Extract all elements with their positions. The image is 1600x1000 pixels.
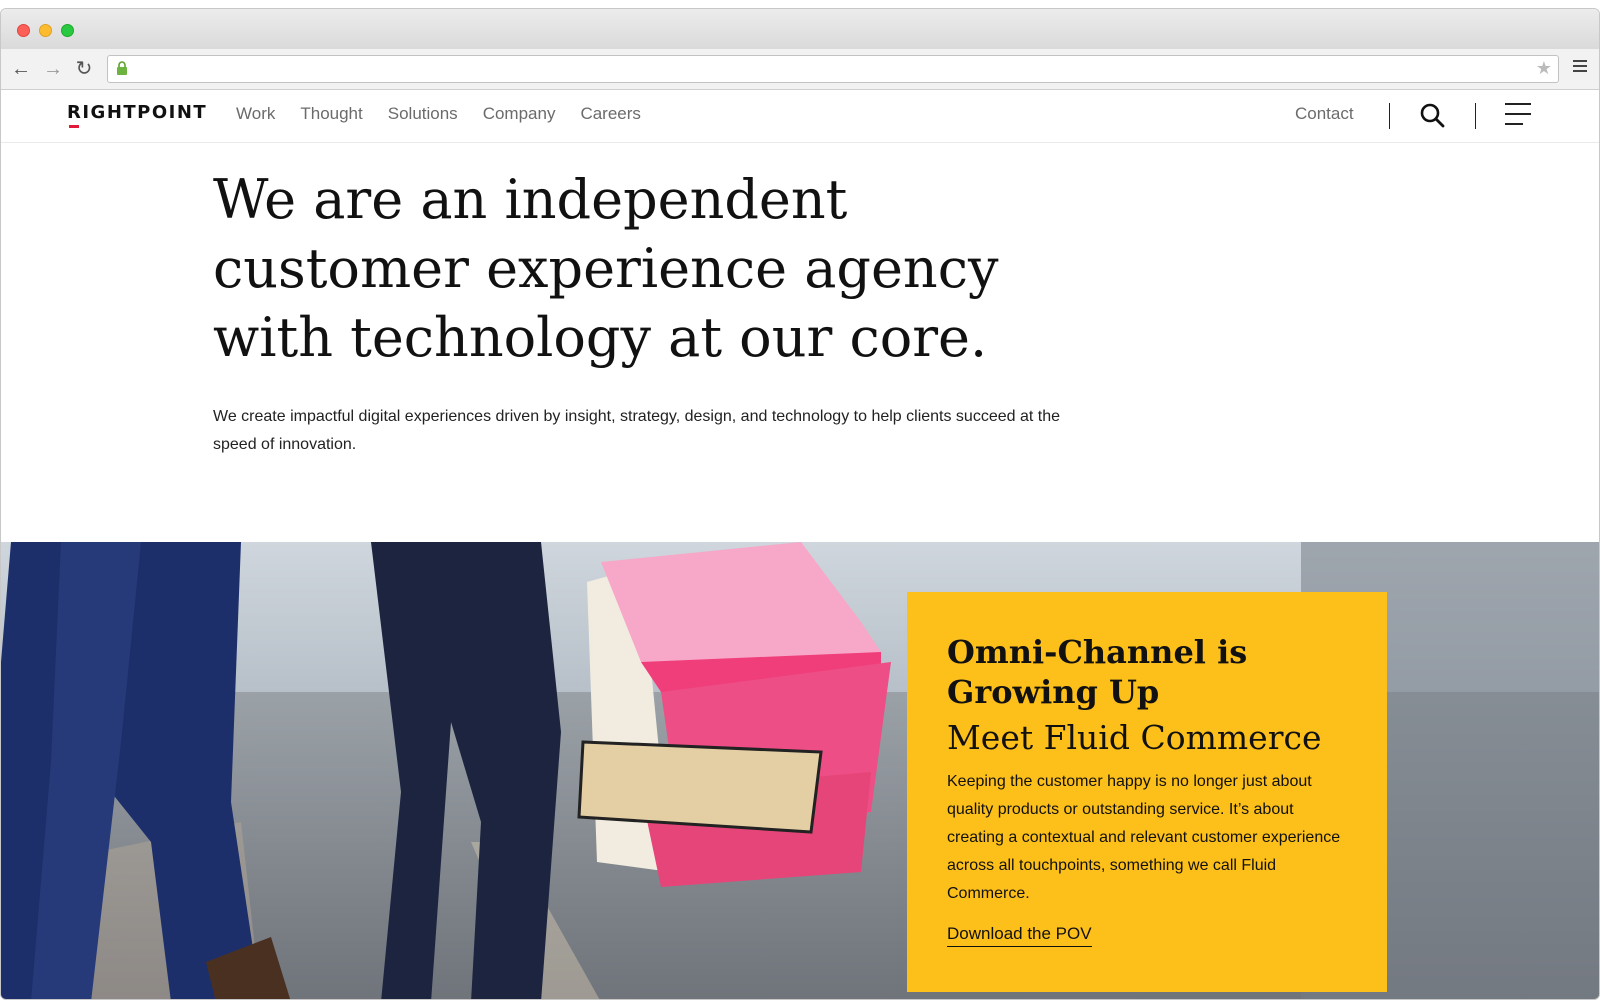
bookmark-star-icon[interactable]: ★ bbox=[1536, 58, 1552, 78]
nav-contact[interactable]: Contact bbox=[1295, 104, 1354, 124]
back-icon[interactable]: ← bbox=[11, 59, 31, 79]
browser-window: ← → ↻ ★ RIGHTPOINT Work Thought Solution… bbox=[0, 8, 1600, 1000]
logo-accent bbox=[69, 125, 79, 128]
nav-thought[interactable]: Thought bbox=[300, 104, 362, 124]
promo-body: Keeping the customer happy is no longer … bbox=[947, 773, 1341, 902]
reload-icon[interactable]: ↻ bbox=[74, 59, 94, 79]
browser-menu-icon[interactable] bbox=[1573, 60, 1587, 74]
shopping-bags bbox=[577, 542, 891, 887]
hero-subtext: We create impactful digital experiences … bbox=[213, 408, 1060, 453]
header-divider bbox=[1389, 103, 1390, 129]
zoom-window-button[interactable] bbox=[61, 24, 74, 37]
close-window-button[interactable] bbox=[17, 24, 30, 37]
feature-banner: Omni-Channel is Growing Up Meet Fluid Co… bbox=[1, 542, 1599, 999]
nav-company[interactable]: Company bbox=[483, 104, 556, 124]
nav-work[interactable]: Work bbox=[236, 104, 275, 124]
site-header: RIGHTPOINT Work Thought Solutions Compan… bbox=[1, 90, 1599, 143]
download-pov-link[interactable]: Download the POV bbox=[947, 924, 1092, 947]
forward-icon[interactable]: → bbox=[43, 59, 63, 79]
menu-icon[interactable] bbox=[1505, 103, 1533, 127]
header-divider bbox=[1475, 103, 1476, 129]
primary-nav: Work Thought Solutions Company Careers bbox=[236, 104, 641, 124]
minimize-window-button[interactable] bbox=[39, 24, 52, 37]
title-bar bbox=[1, 9, 1599, 49]
search-icon[interactable] bbox=[1419, 102, 1445, 128]
address-bar[interactable]: ★ bbox=[107, 55, 1559, 83]
hero-headline: We are an independent customer experienc… bbox=[213, 168, 999, 369]
promo-card: Omni-Channel is Growing Up Meet Fluid Co… bbox=[907, 592, 1387, 992]
nav-careers[interactable]: Careers bbox=[580, 104, 640, 124]
web-page: RIGHTPOINT Work Thought Solutions Compan… bbox=[1, 90, 1599, 999]
nav-solutions[interactable]: Solutions bbox=[388, 104, 458, 124]
lock-icon bbox=[117, 61, 127, 75]
browser-toolbar: ← → ↻ ★ bbox=[1, 49, 1599, 90]
promo-subtitle: Meet Fluid Commerce bbox=[947, 718, 1322, 757]
rightpoint-logo[interactable]: RIGHTPOINT bbox=[67, 102, 207, 123]
promo-title: Omni-Channel is Growing Up bbox=[947, 633, 1248, 711]
